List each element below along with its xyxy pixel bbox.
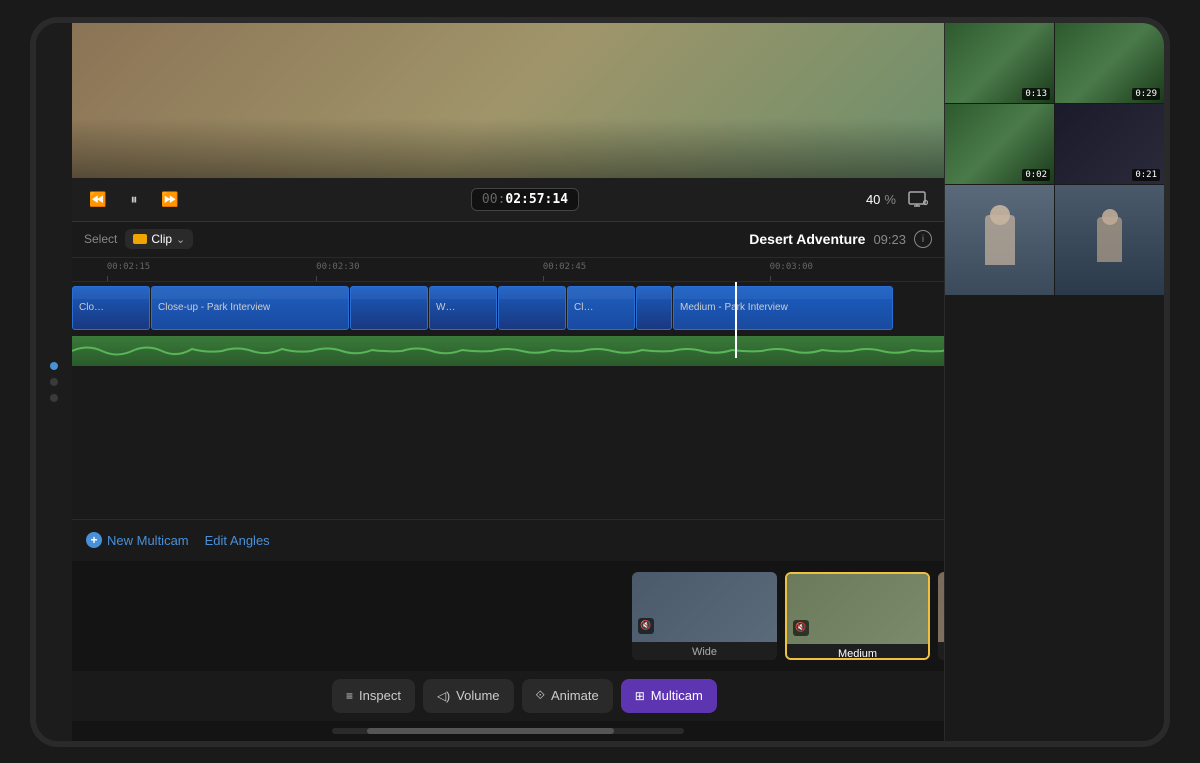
medium-video: 🔇: [787, 574, 928, 644]
edit-angles-button[interactable]: Edit Angles: [205, 533, 270, 548]
track-clip-7[interactable]: [636, 286, 672, 330]
angle-thumb-wide[interactable]: 🔇 Wide: [632, 572, 777, 660]
clip-selector[interactable]: Clip ⌄: [125, 229, 193, 249]
wide-label: Wide: [632, 642, 777, 660]
thumb-item-5[interactable]: [945, 185, 1054, 295]
inspect-button[interactable]: ≡ Inspect: [332, 679, 415, 713]
timeline-tracks[interactable]: Clo… Close-up - Park Interview: [72, 282, 944, 519]
animate-label: Animate: [551, 688, 599, 703]
volume-button[interactable]: ◁) Volume: [423, 679, 514, 713]
clip-text: Clip: [151, 232, 172, 246]
timecode-display: 00:02:57:14: [471, 188, 579, 211]
project-duration: 09:23: [873, 232, 906, 247]
multicam-button[interactable]: ⊞ Multicam: [621, 679, 717, 713]
audio-track: [72, 336, 944, 366]
multicam-label: Multicam: [651, 688, 703, 703]
video-area: ⏪ ⏸ ⏩ 00:02:57:14 40 %: [72, 23, 944, 741]
thumb-item-6[interactable]: [1055, 185, 1164, 295]
scrollbar-thumb[interactable]: [367, 728, 613, 734]
angle-thumb-medium[interactable]: 🔇 Medium: [785, 572, 930, 660]
track-clip-4[interactable]: W…: [429, 286, 497, 330]
ruler-mark-4: 00:03:00: [770, 262, 813, 272]
clip-label-2: Close-up - Park Interview: [158, 302, 270, 313]
track-clip-1[interactable]: Clo…: [72, 286, 150, 330]
left-dot-2: [50, 378, 58, 386]
timeline-header: Select Clip ⌄ Desert Adventure 09:23 i: [72, 222, 944, 258]
medium-label: Medium: [787, 644, 928, 660]
mute-icon-medium: 🔇: [793, 620, 809, 636]
timeline-ruler: 00:02:15 00:02:30 00:02:45 00:03:00: [72, 258, 944, 282]
zoom-value: 40: [866, 192, 880, 207]
action-buttons: ≡ Inspect ◁) Volume ⟐ Animate ⊞ Multicam: [72, 671, 944, 721]
thumb-item-3[interactable]: 0:02: [945, 104, 1054, 184]
clip-label-8: Medium - Park Interview: [680, 302, 788, 313]
video-track: Clo… Close-up - Park Interview: [72, 282, 944, 334]
volume-label: Volume: [456, 688, 499, 703]
zoom-section: 40 %: [866, 192, 896, 207]
forward-button[interactable]: ⏩: [156, 185, 184, 213]
scrollbar-area: [72, 721, 944, 741]
track-clip-5[interactable]: [498, 286, 566, 330]
volume-icon: ◁): [437, 689, 450, 703]
thumb-item-1[interactable]: 0:13: [945, 23, 1054, 103]
plus-icon: +: [86, 532, 102, 548]
angle-thumb-closeup[interactable]: 🔇 Close-up: [938, 572, 944, 660]
ruler-mark-2: 00:02:30: [316, 262, 359, 272]
track-clip-2[interactable]: Close-up - Park Interview: [151, 286, 349, 330]
new-multicam-button[interactable]: + New Multicam: [86, 532, 189, 548]
thumb-item-2[interactable]: 0:29: [1055, 23, 1164, 103]
tc-label-3: 0:02: [1022, 169, 1050, 181]
ruler-mark-1: 00:02:15: [107, 262, 150, 272]
multicam-toolbar: + New Multicam Edit Angles: [72, 519, 944, 561]
thumb-item-4[interactable]: 0:21: [1055, 104, 1164, 184]
project-info: Desert Adventure 09:23 i: [749, 230, 932, 248]
project-title: Desert Adventure: [749, 231, 865, 247]
animate-icon: ⟐: [536, 688, 545, 703]
preview-section: [72, 23, 944, 178]
clip-label-6: Cl…: [574, 302, 593, 313]
tc-label-1: 0:13: [1022, 88, 1050, 100]
timeline-section: Select Clip ⌄ Desert Adventure 09:23 i: [72, 222, 944, 741]
new-multicam-label: New Multicam: [107, 533, 189, 548]
multicam-icon: ⊞: [635, 689, 645, 703]
ruler-mark-3: 00:02:45: [543, 262, 586, 272]
tc-prefix: 00:: [482, 192, 505, 207]
mute-icon-wide: 🔇: [638, 618, 654, 634]
angle-thumbnails: 🔇 Wide 🔇 Medium 🔇: [72, 561, 944, 671]
scrollbar-track[interactable]: [332, 728, 684, 734]
info-button[interactable]: i: [914, 230, 932, 248]
zoom-unit: %: [884, 192, 896, 207]
tc-main: 02:57:14: [505, 192, 568, 207]
monitor-button[interactable]: [904, 185, 932, 213]
wide-video: 🔇: [632, 572, 777, 642]
closeup-label: Close-up: [938, 642, 944, 660]
tc-label-4: 0:21: [1132, 169, 1160, 181]
transport-bar: ⏪ ⏸ ⏩ 00:02:57:14 40 %: [72, 178, 944, 222]
select-clip-group: Select Clip ⌄: [84, 229, 193, 249]
track-clip-6[interactable]: Cl…: [567, 286, 635, 330]
left-dot-1: [50, 362, 58, 370]
video-track-inner: Clo… Close-up - Park Interview: [72, 286, 944, 330]
clip-icon: [133, 234, 147, 244]
preview-video: [72, 23, 944, 178]
track-clip-8[interactable]: Medium - Park Interview: [673, 286, 893, 330]
clip-chevron: ⌄: [176, 233, 185, 246]
clip-label-4: W…: [436, 302, 455, 313]
tc-label-2: 0:29: [1132, 88, 1160, 100]
device-frame: ⏪ ⏸ ⏩ 00:02:57:14 40 %: [30, 17, 1170, 747]
inspect-label: Inspect: [359, 688, 401, 703]
animate-button[interactable]: ⟐ Animate: [522, 679, 613, 713]
main-content: ⏪ ⏸ ⏩ 00:02:57:14 40 %: [36, 23, 1164, 741]
pause-button[interactable]: ⏸: [120, 185, 148, 213]
thumbnail-grid: 0:13 0:29 0:02 0:21: [945, 23, 1164, 295]
clip-label-1: Clo…: [79, 302, 104, 313]
select-label: Select: [84, 232, 117, 246]
left-strip: [36, 23, 72, 741]
track-clip-3[interactable]: [350, 286, 428, 330]
rewind-button[interactable]: ⏪: [84, 185, 112, 213]
inspect-icon: ≡: [346, 689, 353, 703]
closeup-video: 🔇: [938, 572, 944, 642]
left-dot-3: [50, 394, 58, 402]
right-panel: 0:13 0:29 0:02 0:21: [944, 23, 1164, 741]
